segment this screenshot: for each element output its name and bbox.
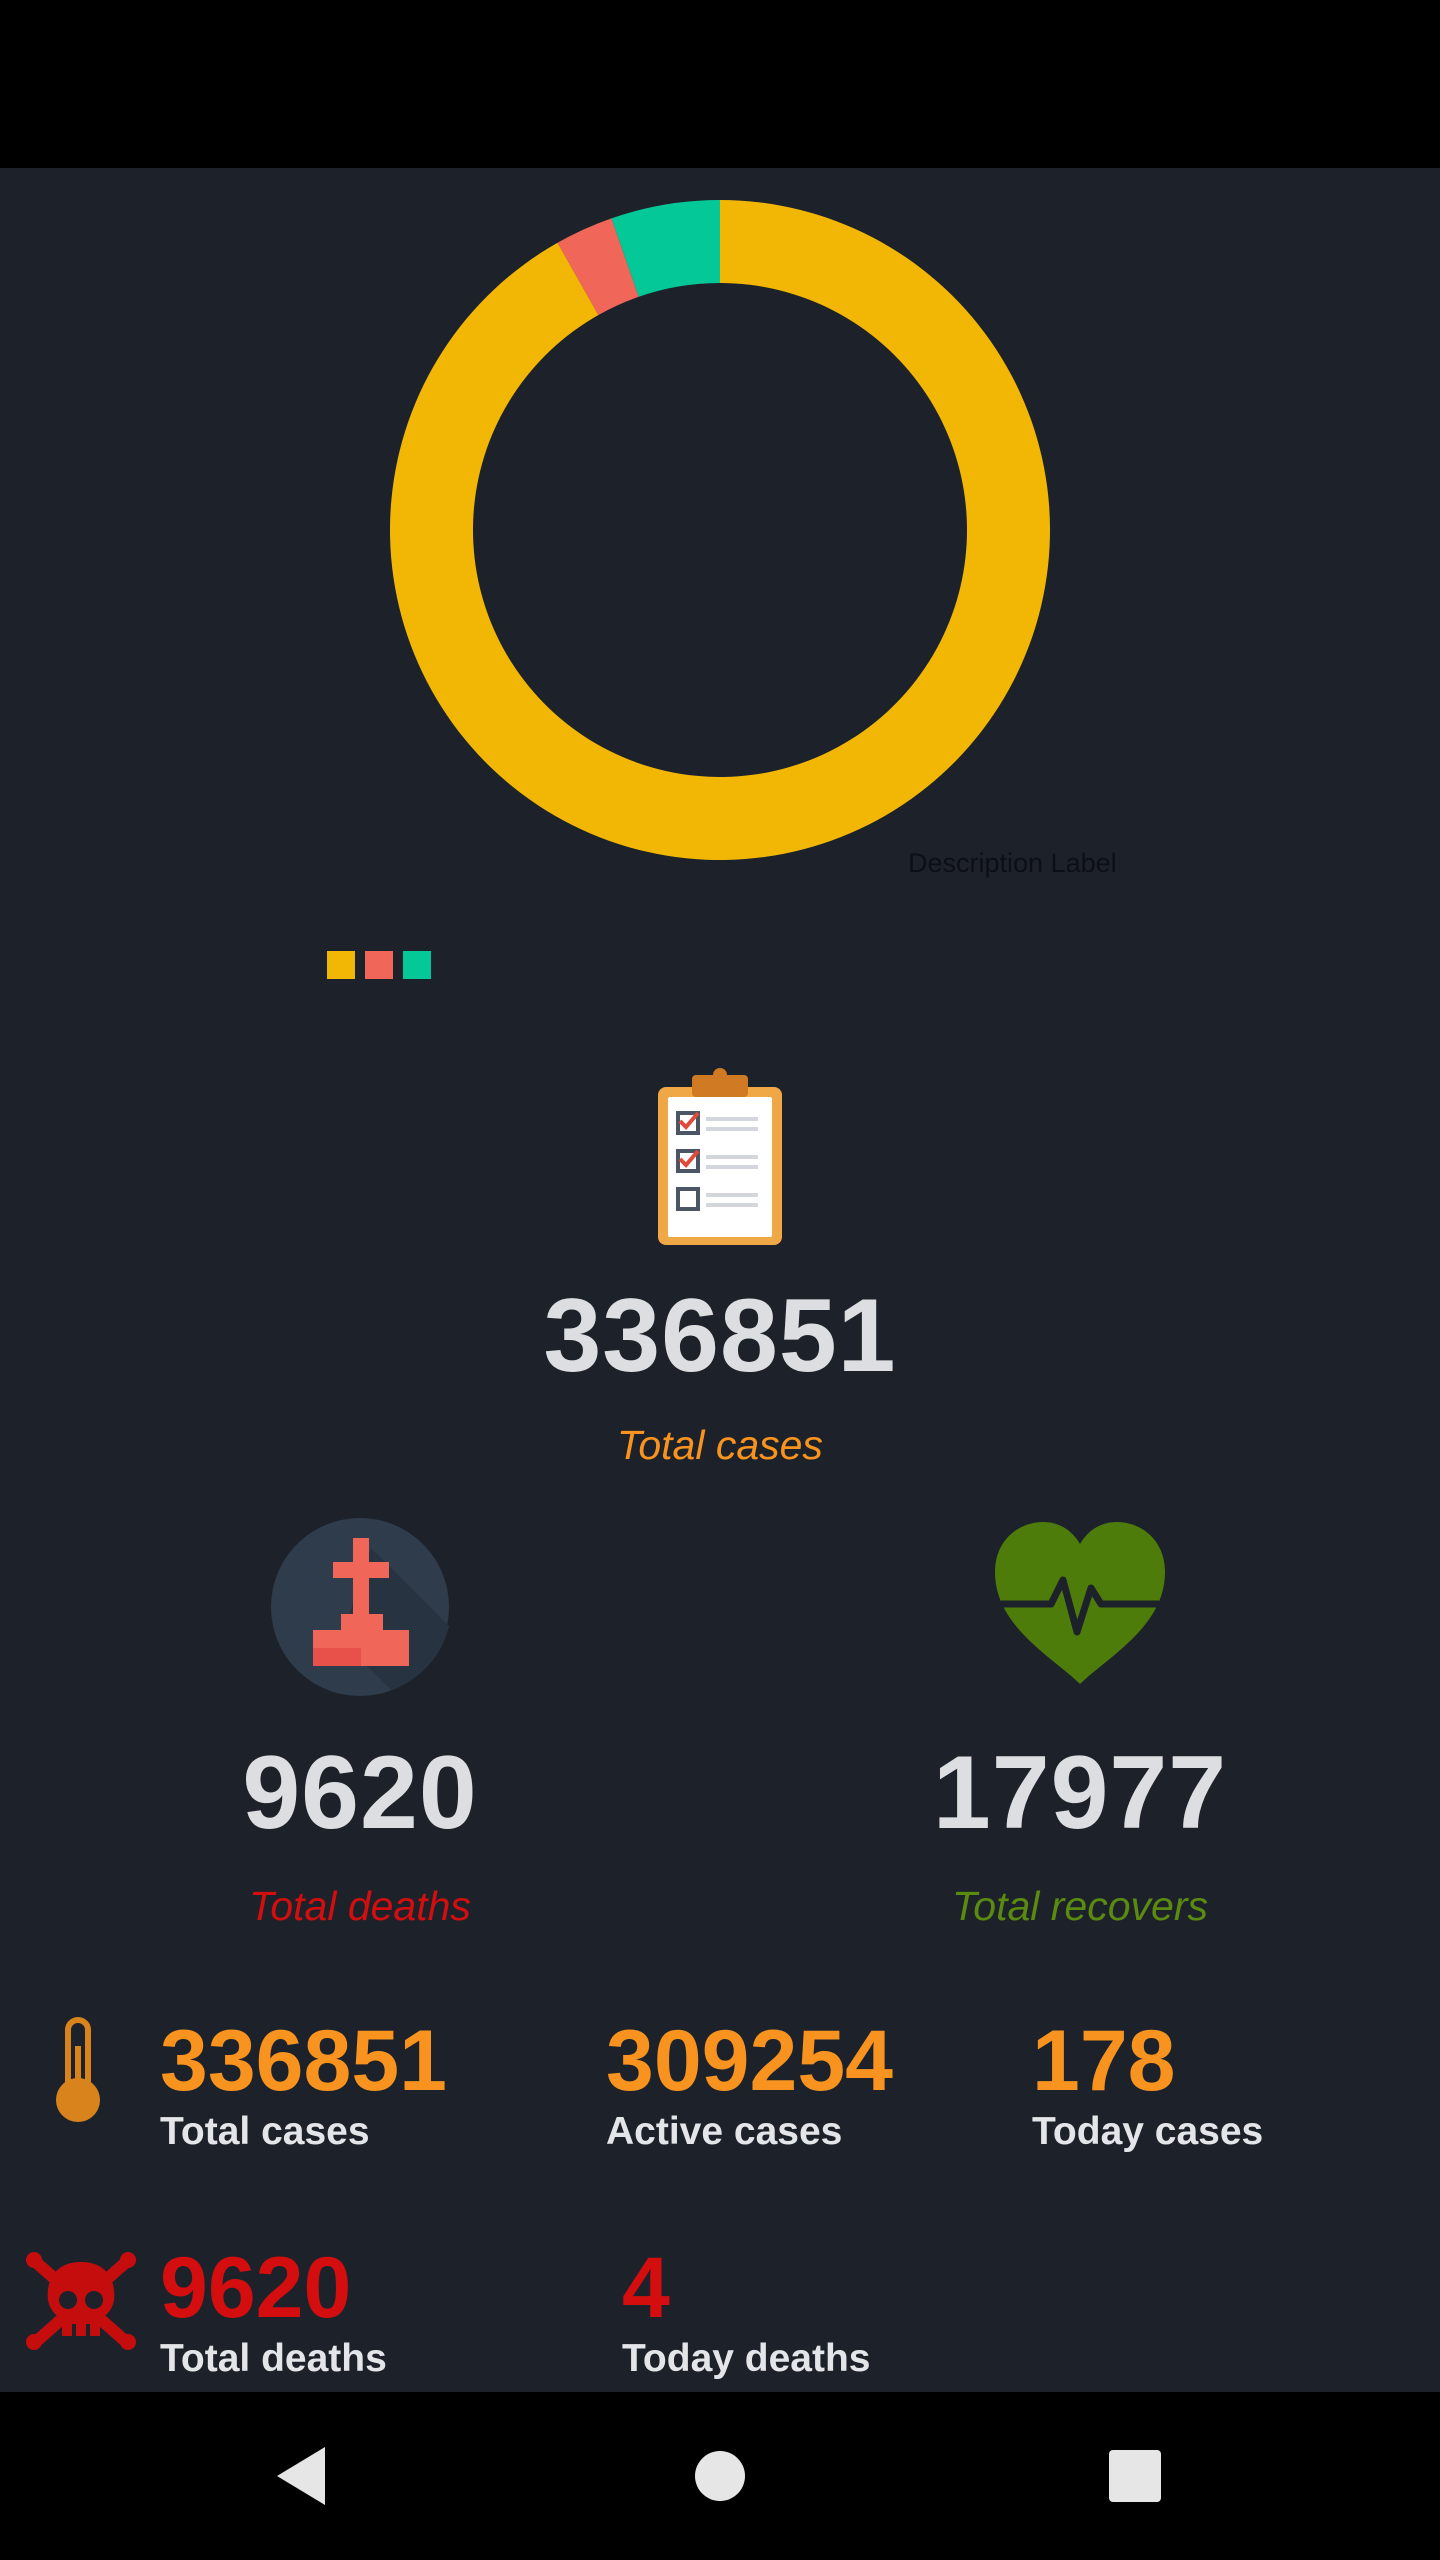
- stat-today-cases: 178 Today cases: [1032, 2018, 1263, 2154]
- total-deaths-caption: Total deaths: [249, 1883, 471, 1929]
- recents-button[interactable]: [1065, 2392, 1205, 2560]
- total-cases-summary: 336851 Total cases: [520, 1065, 920, 1469]
- thermometer-icon: [56, 2017, 100, 2122]
- heartbeat-icon: [995, 1522, 1165, 1684]
- stat-total-deaths: 9620 Total deaths: [160, 2245, 387, 2381]
- legend-swatch-2: [403, 951, 431, 979]
- total-deaths-summary: 9620 Total deaths: [160, 1518, 560, 1930]
- status-bar: [0, 0, 1440, 168]
- stat-today-cases-value: 178: [1032, 2013, 1176, 2109]
- stat-total-cases-label: Total cases: [160, 2110, 370, 2153]
- stat-active-cases: 309254 Active cases: [606, 2018, 893, 2154]
- stat-total-cases: 336851 Total cases: [160, 2018, 447, 2154]
- back-button[interactable]: [231, 2392, 371, 2560]
- skull-crossbones-icon: [26, 2252, 136, 2350]
- total-recovers-summary: 17977 Total recovers: [880, 1518, 1280, 1930]
- home-icon: [695, 2451, 745, 2501]
- stat-total-deaths-label: Total deaths: [160, 2337, 387, 2380]
- stat-total-deaths-value: 9620: [160, 2240, 352, 2336]
- stat-total-cases-value: 336851: [160, 2013, 447, 2109]
- stat-active-cases-value: 309254: [606, 2013, 893, 2109]
- stat-today-cases-label: Today cases: [1032, 2110, 1264, 2153]
- stat-active-cases-label: Active cases: [606, 2110, 843, 2153]
- home-button[interactable]: [650, 2392, 790, 2560]
- donut-slice-0: [389, 200, 1050, 860]
- donut-svg: [389, 200, 1050, 860]
- total-recovers-caption: Total recovers: [952, 1883, 1208, 1929]
- legend-swatch-1: [365, 951, 393, 979]
- back-icon: [277, 2447, 325, 2505]
- chart-legend: [327, 951, 431, 979]
- grave-icon: [271, 1518, 449, 1696]
- navigation-bar: [0, 2392, 1440, 2560]
- recents-icon: [1109, 2450, 1161, 2502]
- clipboard-icon: [658, 1068, 782, 1245]
- chart-description-label: Description Label: [908, 848, 1117, 878]
- legend-swatch-0: [327, 951, 355, 979]
- total-cases-caption: Total cases: [617, 1422, 823, 1468]
- total-deaths-value: 9620: [242, 1735, 478, 1851]
- stat-today-deaths-value: 4: [622, 2240, 670, 2336]
- total-recovers-value: 17977: [932, 1735, 1228, 1851]
- donut-chart: [0, 168, 1440, 1028]
- stat-today-deaths-label: Today deaths: [622, 2337, 871, 2380]
- stat-today-deaths: 4 Today deaths: [622, 2245, 871, 2381]
- total-cases-value: 336851: [543, 1278, 897, 1394]
